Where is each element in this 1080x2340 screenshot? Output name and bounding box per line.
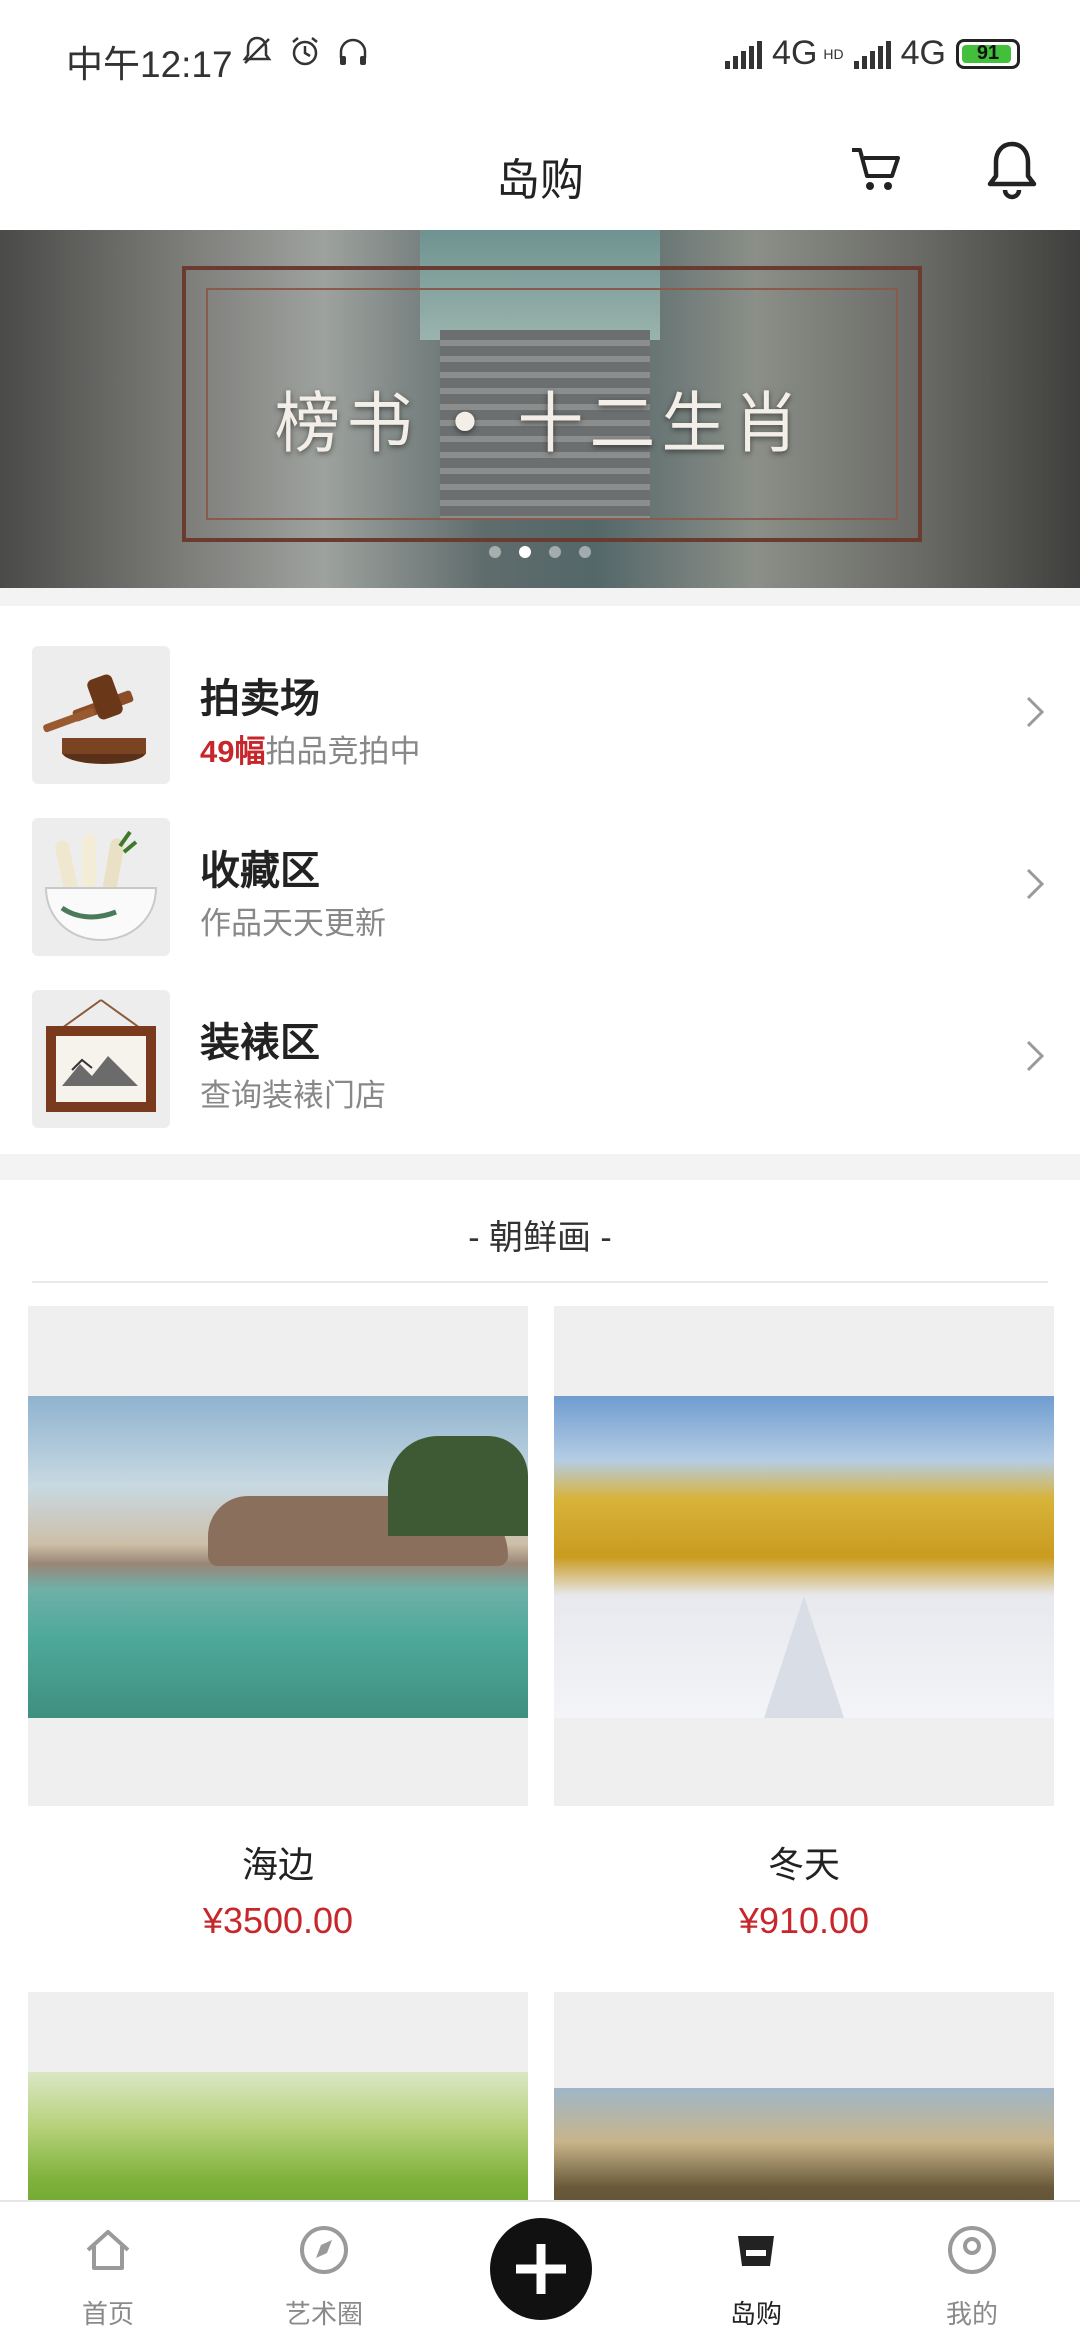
page-title: 岛购	[496, 156, 584, 205]
alarm-icon	[292, 37, 318, 66]
painting-seaside	[28, 1396, 528, 1718]
scroll-bowl-icon	[32, 818, 170, 956]
app-header: 岛购	[0, 118, 1080, 230]
mute-bell-icon	[242, 36, 272, 64]
banner-title: 榜书 • 十二生肖	[274, 385, 806, 462]
painting-field	[28, 2072, 528, 2200]
pager-dot[interactable]	[549, 546, 561, 558]
battery-icon: 91	[956, 38, 1020, 69]
tab-label: 艺术圈	[284, 2299, 363, 2329]
tab-profile[interactable]: 我的	[892, 2202, 1052, 2340]
section-line	[32, 1281, 1048, 1283]
pager-dot[interactable]	[579, 546, 591, 558]
gavel-icon	[32, 646, 170, 784]
entry-subtitle: 作品天天更新	[200, 906, 386, 941]
product-name: 海边	[241, 1844, 314, 1885]
hd-label: HD	[823, 45, 844, 62]
tab-art-circle[interactable]: 艺术圈	[244, 2202, 404, 2340]
painting-marsh	[554, 2088, 1054, 2200]
entry-subtitle: 查询装裱门店	[200, 1078, 386, 1113]
bell-icon[interactable]	[982, 138, 1042, 202]
shop-icon	[738, 2236, 774, 2266]
headphones-icon	[339, 38, 367, 65]
entry-subtitle-text: 拍品竞拍中	[265, 734, 421, 769]
tab-label: 首页	[81, 2299, 134, 2329]
plus-icon[interactable]	[490, 2218, 592, 2320]
entry-count: 49幅	[200, 734, 266, 769]
profile-icon	[948, 2226, 996, 2274]
network-label-1: 4G	[772, 34, 818, 72]
battery-level: 91	[976, 42, 1000, 64]
network-label-2: 4G	[900, 34, 946, 72]
status-icons	[240, 34, 370, 68]
product-price: ¥3500.00	[202, 1900, 354, 1941]
entry-title: 拍卖场	[200, 677, 320, 721]
section-title: - 朝鲜画 -	[468, 1219, 612, 1257]
entry-title: 装裱区	[200, 1021, 320, 1065]
status-time: 中午12:17	[66, 44, 233, 85]
signal-icon	[725, 39, 763, 69]
entry-auction[interactable]: 拍卖场 49幅拍品竞拍中	[0, 626, 1080, 798]
product-image[interactable]	[554, 1992, 1054, 2200]
section-divider	[0, 1154, 1080, 1180]
product-image[interactable]	[28, 1306, 528, 1806]
status-bar: 中午12:17 4G HD 4G 91	[0, 0, 1080, 118]
cart-icon[interactable]	[846, 140, 906, 200]
tab-shop[interactable]: 岛购	[676, 2202, 836, 2340]
entry-subtitle: 49幅拍品竞拍中	[200, 726, 420, 771]
pager-dot[interactable]	[489, 546, 501, 558]
status-right: 4G HD 4G 91	[725, 34, 1020, 73]
pager-dot-active[interactable]	[519, 546, 531, 558]
chevron-right-icon	[1026, 868, 1045, 900]
promo-banner[interactable]: 榜书 • 十二生肖	[0, 230, 1080, 588]
compass-icon	[300, 2226, 348, 2274]
entry-title: 收藏区	[200, 849, 320, 893]
product-image[interactable]	[28, 1992, 528, 2200]
product-image[interactable]	[554, 1306, 1054, 1806]
product-price: ¥910.00	[738, 1900, 870, 1941]
chevron-right-icon	[1026, 1040, 1045, 1072]
tab-home[interactable]: 首页	[28, 2202, 188, 2340]
framed-painting-icon	[32, 990, 170, 1128]
banner-pager	[0, 546, 1080, 558]
entry-collection[interactable]: 收藏区 作品天天更新	[0, 798, 1080, 970]
tab-label: 岛购	[729, 2299, 782, 2329]
entry-framing[interactable]: 装裱区 查询装裱门店	[0, 970, 1080, 1142]
product-name: 冬天	[767, 1844, 840, 1885]
chevron-right-icon	[1026, 696, 1045, 728]
painting-winter	[554, 1396, 1054, 1718]
signal-icon-2	[853, 39, 891, 69]
home-icon	[86, 2230, 130, 2270]
category-list: 拍卖场 49幅拍品竞拍中 收藏区 作品天天更新 装裱区 查询装裱门店	[0, 588, 1080, 1154]
tab-label: 我的	[945, 2299, 998, 2329]
